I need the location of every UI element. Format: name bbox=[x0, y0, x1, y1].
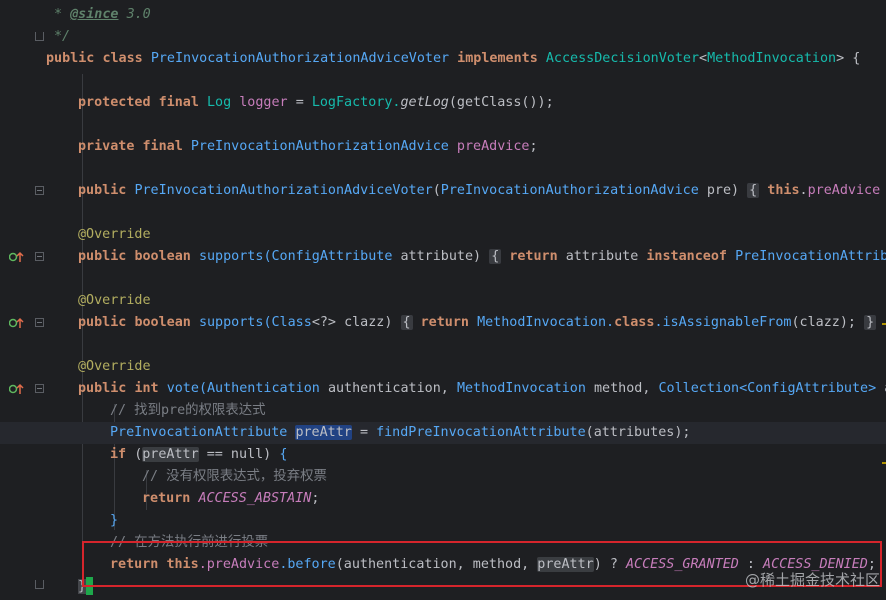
doc-version: 3.0 bbox=[126, 7, 151, 22]
override-method-icon[interactable] bbox=[9, 383, 25, 395]
keyword-implements: implements bbox=[457, 51, 538, 66]
comment: // 没有权限表达式，投弃权票 bbox=[142, 469, 327, 484]
constructor-name: PreInvocationAuthorizationAdviceVoter bbox=[134, 183, 433, 198]
class-name: PreInvocationAuthorizationAdviceVoter bbox=[150, 51, 450, 66]
field-logger: logger bbox=[239, 95, 288, 110]
code-line[interactable]: public boolean supports(ConfigAttribute … bbox=[0, 246, 886, 268]
keyword-public: public bbox=[46, 51, 95, 66]
field-preAdvice: preAdvice bbox=[456, 139, 530, 154]
code-line[interactable]: @Override bbox=[0, 224, 886, 246]
interface-name: AccessDecisionVoter bbox=[545, 51, 700, 66]
fold-icon[interactable] bbox=[35, 186, 44, 195]
override-annotation: @Override bbox=[78, 359, 151, 374]
code-line[interactable]: protected final Log logger = LogFactory.… bbox=[0, 92, 886, 114]
code-line[interactable]: */ bbox=[0, 26, 886, 48]
fold-icon[interactable] bbox=[35, 384, 44, 393]
variable-preAttr[interactable]: preAttr bbox=[142, 447, 199, 462]
doc-end: */ bbox=[54, 29, 71, 44]
watermark: @稀土掘金技术社区 bbox=[744, 571, 880, 589]
code-line[interactable]: // 找到pre的权限表达式 bbox=[0, 400, 886, 422]
code-line[interactable]: public int vote(Authentication authentic… bbox=[0, 378, 886, 400]
folded-body[interactable]: } bbox=[864, 315, 877, 330]
fold-icon[interactable] bbox=[35, 318, 44, 327]
override-annotation: @Override bbox=[78, 227, 151, 242]
doc-star: * bbox=[54, 7, 63, 22]
comment: // 找到pre的权限表达式 bbox=[110, 403, 266, 418]
folded-body[interactable]: { bbox=[747, 183, 760, 198]
code-line[interactable]: // 没有权限表达式，投弃权票 bbox=[0, 466, 886, 488]
code-line[interactable]: public PreInvocationAuthorizationAdviceV… bbox=[0, 180, 886, 202]
method-supports: supports bbox=[198, 249, 264, 264]
override-annotation: @Override bbox=[78, 293, 151, 308]
fold-icon[interactable] bbox=[35, 580, 44, 589]
code-editor[interactable]: * @since 3.0 */ public class PreInvocati… bbox=[0, 0, 886, 600]
doc-since-tag: @since bbox=[70, 7, 119, 22]
override-method-icon[interactable] bbox=[9, 317, 25, 329]
fold-icon[interactable] bbox=[35, 252, 44, 261]
fold-icon[interactable] bbox=[35, 32, 44, 41]
folded-body[interactable]: { bbox=[489, 249, 502, 264]
generic-type: MethodInvocation bbox=[707, 51, 837, 66]
method-vote: vote bbox=[166, 381, 199, 396]
code-line[interactable]: } bbox=[0, 510, 886, 532]
code-line[interactable]: @Override bbox=[0, 290, 886, 312]
method-supports: supports bbox=[198, 315, 264, 330]
code-line[interactable]: public class PreInvocationAuthorizationA… bbox=[0, 48, 886, 70]
marker[interactable] bbox=[882, 462, 886, 464]
code-line[interactable]: public boolean supports(Class<?> clazz) … bbox=[0, 312, 886, 334]
code-line[interactable]: return ACCESS_ABSTAIN; bbox=[0, 488, 886, 510]
code-line-current[interactable]: PreInvocationAttribute preAttr = findPre… bbox=[0, 422, 886, 444]
code-line[interactable]: if (preAttr == null) { bbox=[0, 444, 886, 466]
keyword-class: class bbox=[102, 51, 143, 66]
override-method-icon[interactable] bbox=[9, 251, 25, 263]
code-line[interactable]: private final PreInvocationAuthorization… bbox=[0, 136, 886, 158]
folded-body[interactable]: { bbox=[400, 315, 413, 330]
code-line[interactable]: @Override bbox=[0, 356, 886, 378]
marker[interactable] bbox=[882, 323, 886, 325]
variable-preAttr-selected[interactable]: preAttr bbox=[295, 425, 352, 440]
code-line[interactable]: * @since 3.0 bbox=[0, 4, 886, 26]
constant-access-abstain: ACCESS_ABSTAIN bbox=[198, 491, 312, 506]
